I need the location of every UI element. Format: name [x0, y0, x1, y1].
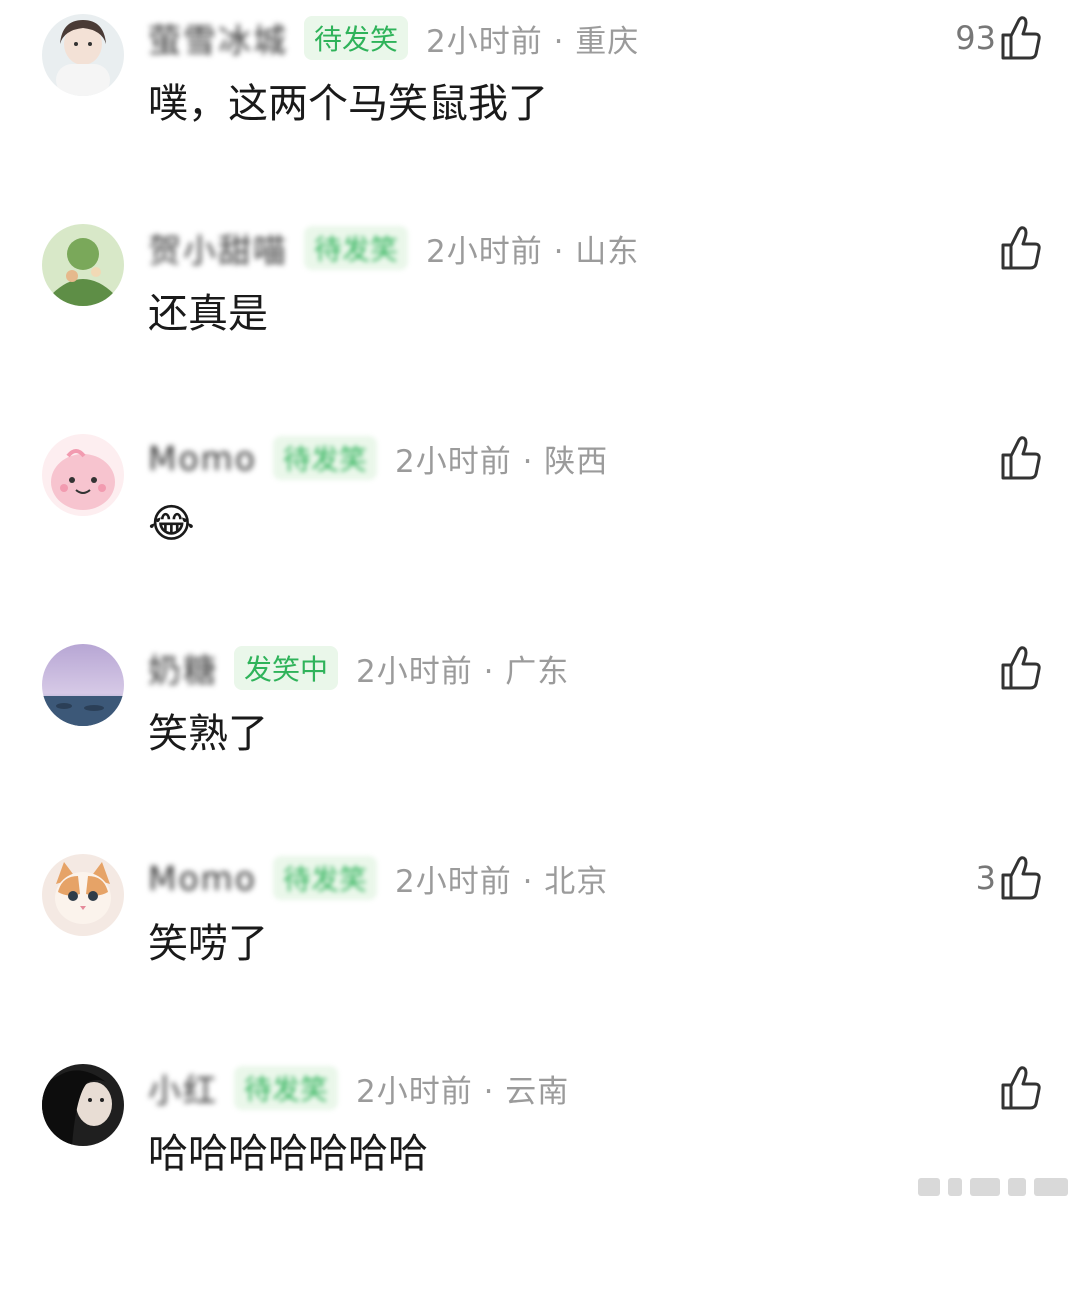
- like-count: 3: [975, 859, 996, 897]
- like-button[interactable]: 3: [976, 852, 1042, 904]
- comment-item[interactable]: Momo 待发笑 2小时前 · 陕西 😂: [0, 434, 1080, 668]
- comment-text: 噗，这两个马笑鼠我了: [148, 81, 548, 127]
- status-badge: 待发笑: [234, 1066, 339, 1110]
- comment-meta: Momo 待发笑 2小时前 · 陕西: [148, 436, 608, 480]
- comment-item[interactable]: Momo 待发笑 2小时前 · 北京 3 笑唠了: [0, 854, 1080, 1088]
- like-button[interactable]: [996, 642, 1042, 694]
- time-location: 2小时前 · 云南: [356, 1073, 570, 1110]
- username[interactable]: 萤雪冰城: [148, 14, 288, 62]
- comment-item[interactable]: 贺小甜喵 待发笑 2小时前 · 山东 还真是: [0, 224, 1080, 458]
- like-count: 93: [955, 19, 996, 57]
- thumbs-up-icon[interactable]: [1000, 645, 1042, 691]
- watermark-bars: [918, 1178, 1068, 1196]
- comment-text: 还真是: [148, 291, 268, 337]
- like-button[interactable]: [996, 432, 1042, 484]
- username[interactable]: Momo: [148, 859, 257, 898]
- username[interactable]: 奶糖: [148, 644, 218, 692]
- thumbs-up-icon[interactable]: [1000, 435, 1042, 481]
- time-location: 2小时前 · 北京: [395, 863, 609, 900]
- watermark-bar: [1008, 1178, 1026, 1196]
- comment-meta: 小红 待发笑 2小时前 · 云南: [148, 1066, 569, 1110]
- comment-item[interactable]: 萤雪冰城 待发笑 2小时前 · 重庆 93 噗，这两个马笑鼠我了: [0, 14, 1080, 248]
- watermark-bar: [1034, 1178, 1068, 1196]
- username[interactable]: 贺小甜喵: [148, 224, 288, 272]
- status-badge: 待发笑: [304, 16, 409, 60]
- time-location: 2小时前 · 重庆: [426, 23, 640, 60]
- status-badge: 待发笑: [304, 226, 409, 270]
- avatar[interactable]: [42, 224, 124, 306]
- avatar[interactable]: [42, 854, 124, 936]
- time-location: 2小时前 · 陕西: [395, 443, 609, 480]
- comment-meta: 萤雪冰城 待发笑 2小时前 · 重庆: [148, 16, 639, 60]
- comment-meta: 奶糖 发笑中 2小时前 · 广东: [148, 646, 569, 690]
- comment-text: 笑唠了: [148, 921, 268, 967]
- status-badge: 待发笑: [273, 856, 378, 900]
- status-badge: 待发笑: [273, 436, 378, 480]
- comment-item[interactable]: 奶糖 发笑中 2小时前 · 广东 笑熟了: [0, 644, 1080, 878]
- like-button[interactable]: [996, 1062, 1042, 1114]
- watermark-bar: [948, 1178, 962, 1196]
- like-button[interactable]: 93: [955, 12, 1042, 64]
- avatar[interactable]: [42, 14, 124, 96]
- username[interactable]: Momo: [148, 439, 257, 478]
- thumbs-up-icon[interactable]: [1000, 855, 1042, 901]
- like-button[interactable]: [996, 222, 1042, 274]
- thumbs-up-icon[interactable]: [1000, 225, 1042, 271]
- time-location: 2小时前 · 广东: [356, 653, 570, 690]
- watermark-bar: [918, 1178, 940, 1196]
- comment-meta: Momo 待发笑 2小时前 · 北京: [148, 856, 608, 900]
- username[interactable]: 小红: [148, 1064, 218, 1112]
- status-badge: 发笑中: [234, 646, 339, 690]
- thumbs-up-icon[interactable]: [1000, 15, 1042, 61]
- comment-text: 笑熟了: [148, 711, 268, 757]
- avatar[interactable]: [42, 644, 124, 726]
- comment-text: 😂: [148, 501, 195, 547]
- time-location: 2小时前 · 山东: [426, 233, 640, 270]
- comment-meta: 贺小甜喵 待发笑 2小时前 · 山东: [148, 226, 639, 270]
- avatar[interactable]: [42, 434, 124, 516]
- comment-text: 哈哈哈哈哈哈哈: [148, 1131, 428, 1177]
- watermark-bar: [970, 1178, 1000, 1196]
- avatar[interactable]: [42, 1064, 124, 1146]
- thumbs-up-icon[interactable]: [1000, 1065, 1042, 1111]
